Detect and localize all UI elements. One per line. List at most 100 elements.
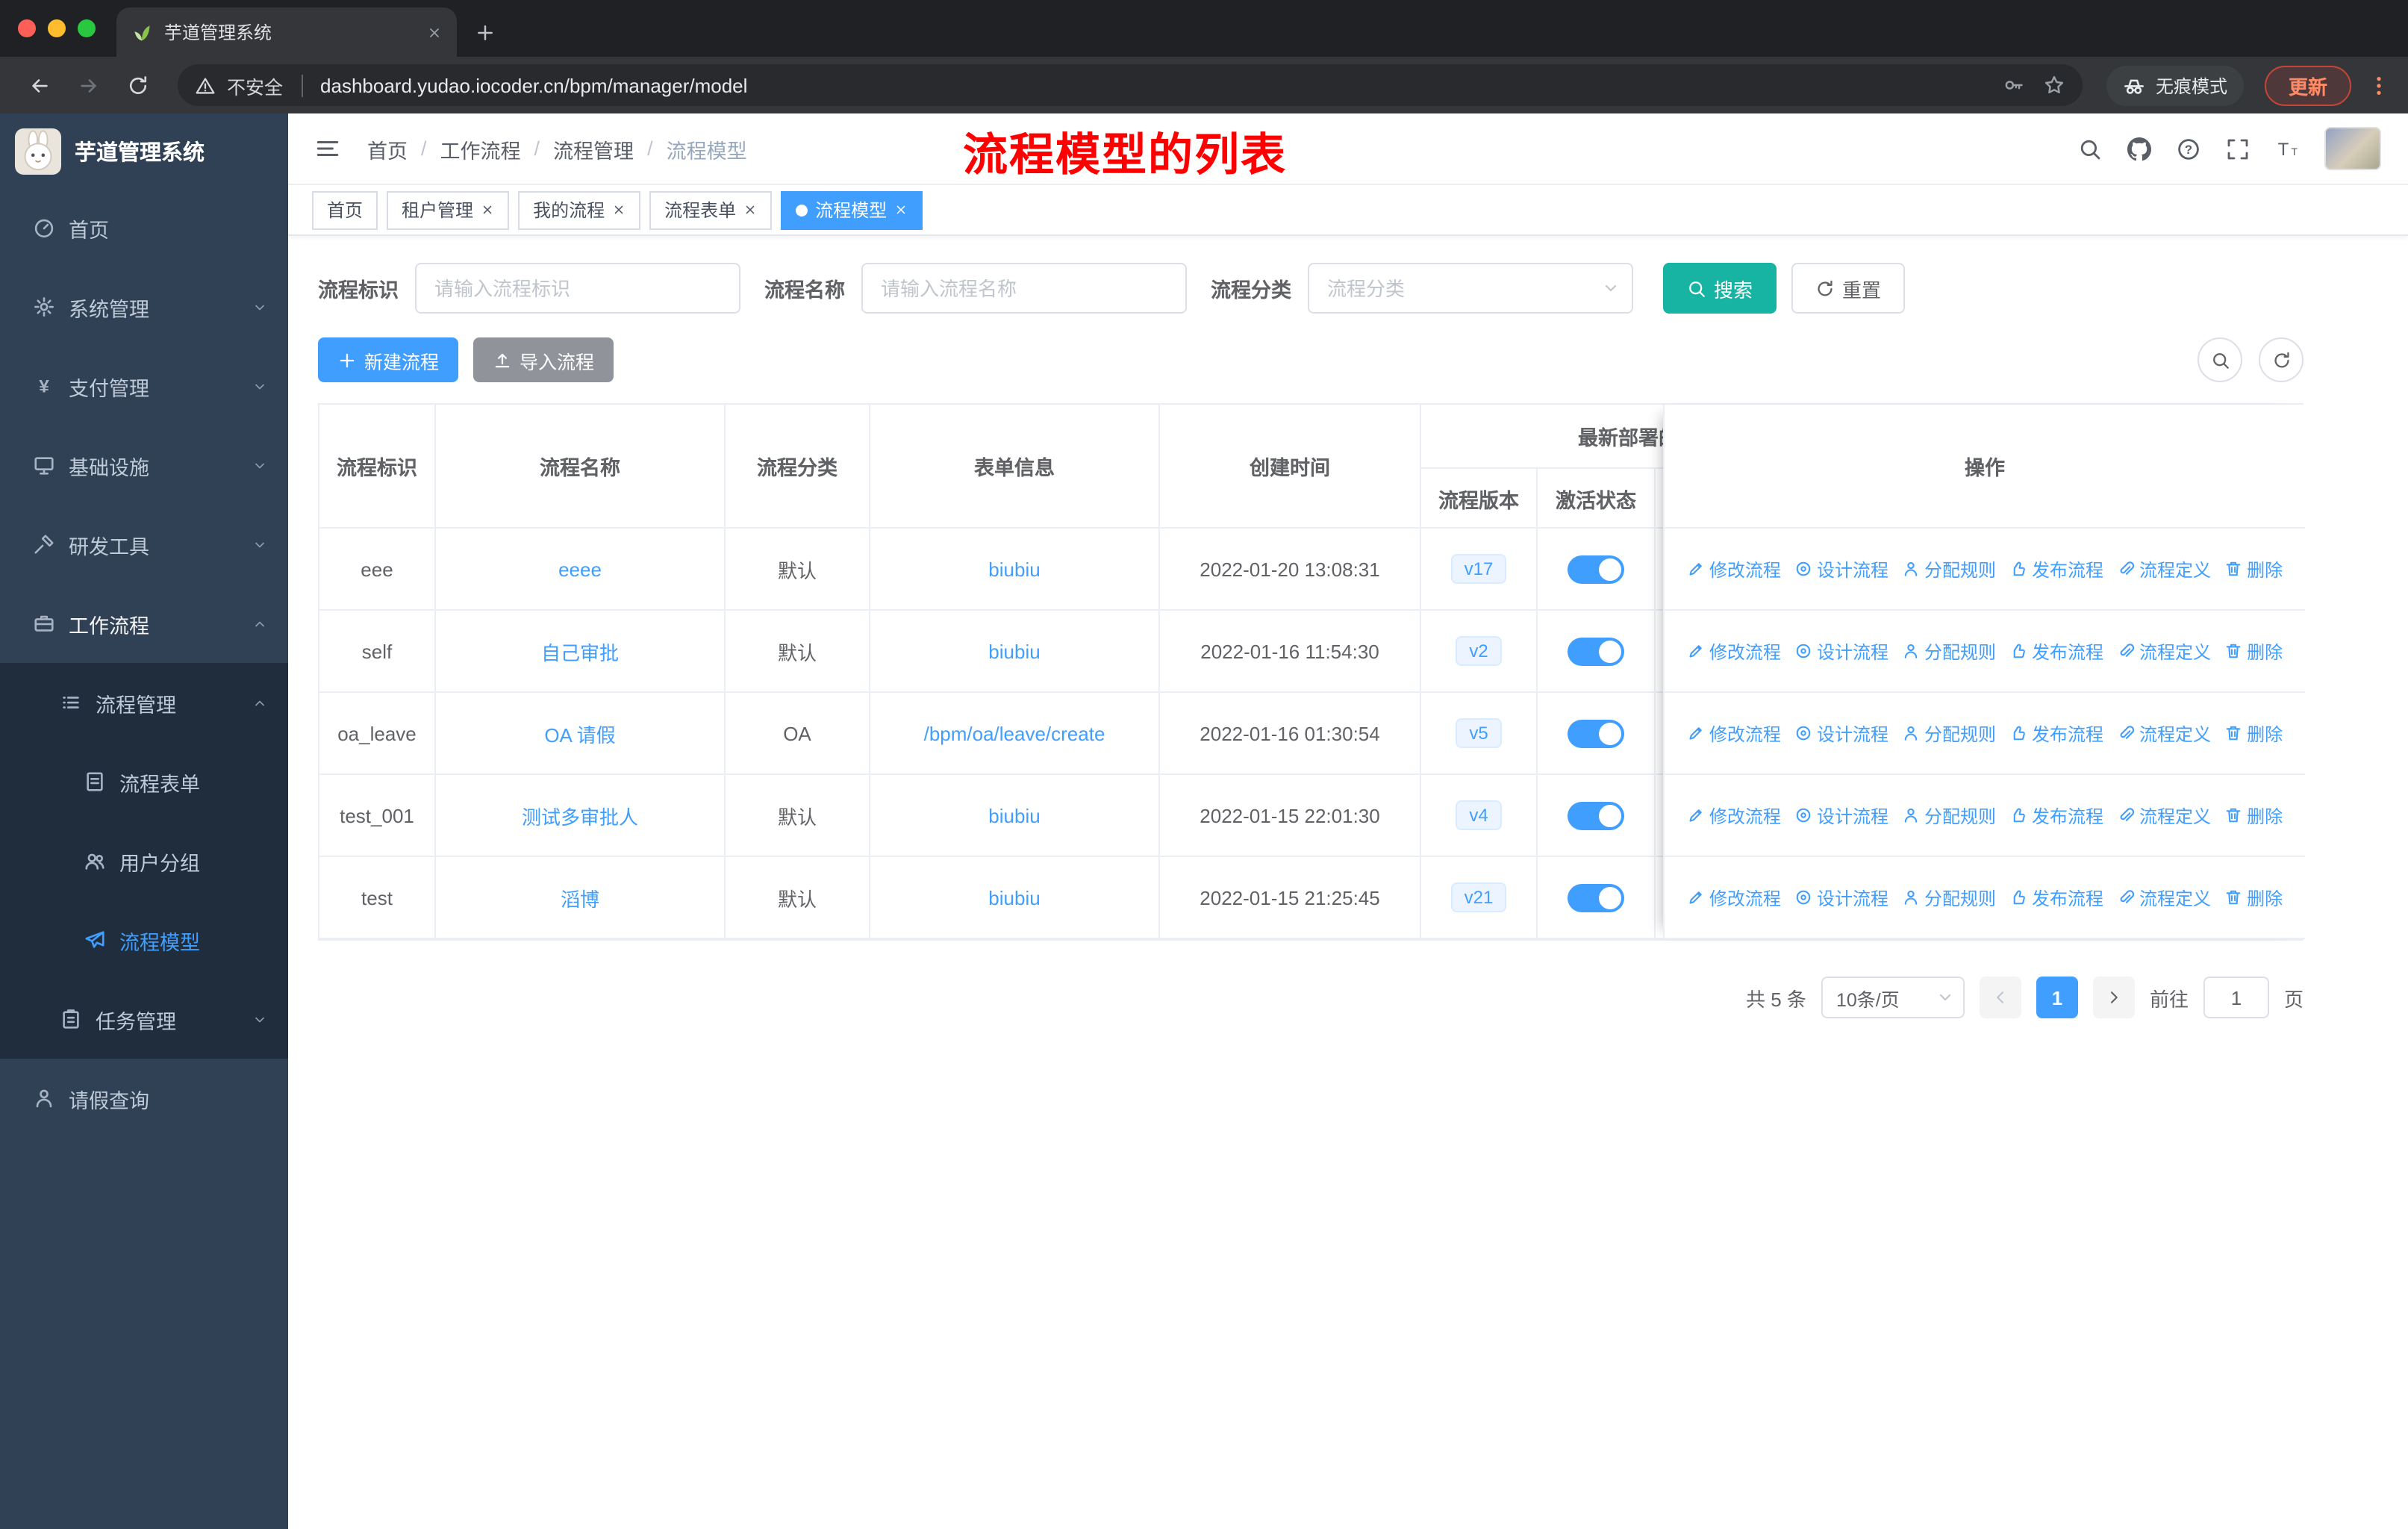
form-info-link[interactable]: biubiu <box>988 886 1040 909</box>
close-tab-icon[interactable] <box>427 25 442 40</box>
publish-action-link[interactable]: 发布流程 <box>2009 720 2103 746</box>
process-category-input[interactable] <box>1309 264 1632 312</box>
sidebar-item-system[interactable]: 系统管理 <box>0 267 288 346</box>
process-id-input[interactable] <box>417 264 739 312</box>
delete-action-link[interactable]: 删除 <box>2224 803 2283 828</box>
filter-process-id-input[interactable] <box>415 263 740 314</box>
sidebar-item-home[interactable]: 首页 <box>0 188 288 267</box>
maximize-window-button[interactable] <box>78 19 96 37</box>
process-name-link[interactable]: 滔博 <box>561 888 599 910</box>
assign-action-link[interactable]: 分配规则 <box>1902 885 1996 910</box>
reload-icon[interactable] <box>116 74 160 96</box>
assign-action-link[interactable]: 分配规则 <box>1902 556 1996 582</box>
active-status-toggle[interactable] <box>1568 883 1624 912</box>
definition-action-link[interactable]: 流程定义 <box>2117 556 2211 582</box>
edit-action-link[interactable]: 修改流程 <box>1687 885 1781 910</box>
breadcrumb-item[interactable]: 工作流程 <box>440 134 521 164</box>
bookmark-star-icon[interactable] <box>2044 75 2065 96</box>
assign-action-link[interactable]: 分配规则 <box>1902 638 1996 664</box>
design-action-link[interactable]: 设计流程 <box>1794 720 1888 746</box>
key-icon[interactable] <box>2003 75 2024 96</box>
process-name-link[interactable]: eeee <box>558 558 602 580</box>
help-icon[interactable]: ? <box>2177 137 2200 161</box>
process-name-link[interactable]: 测试多审批人 <box>522 806 638 828</box>
new-tab-button[interactable] <box>475 22 496 43</box>
definition-action-link[interactable]: 流程定义 <box>2117 638 2211 664</box>
publish-action-link[interactable]: 发布流程 <box>2009 556 2103 582</box>
github-icon[interactable] <box>2127 137 2151 161</box>
sidebar-item-process-management[interactable]: 流程管理 <box>0 663 288 742</box>
close-icon[interactable] <box>612 203 626 217</box>
edit-action-link[interactable]: 修改流程 <box>1687 556 1781 582</box>
sidebar-item-process-model[interactable]: 流程模型 <box>0 900 288 980</box>
form-info-link[interactable]: biubiu <box>988 804 1040 826</box>
breadcrumb-item[interactable]: 首页 <box>367 134 408 164</box>
publish-action-link[interactable]: 发布流程 <box>2009 638 2103 664</box>
process-name-link[interactable]: 自己审批 <box>541 641 619 664</box>
sidebar-collapse-icon[interactable] <box>315 136 340 161</box>
sidebar-item-payment[interactable]: ¥ 支付管理 <box>0 346 288 426</box>
design-action-link[interactable]: 设计流程 <box>1794 556 1888 582</box>
sidebar-item-user-group[interactable]: 用户分组 <box>0 821 288 900</box>
next-page-button[interactable] <box>2092 977 2135 1018</box>
create-process-button[interactable]: 新建流程 <box>318 337 459 382</box>
form-info-link[interactable]: /bpm/oa/leave/create <box>924 722 1105 744</box>
active-status-toggle[interactable] <box>1568 555 1624 583</box>
definition-action-link[interactable]: 流程定义 <box>2117 720 2211 746</box>
prev-page-button[interactable] <box>1979 977 2021 1018</box>
publish-action-link[interactable]: 发布流程 <box>2009 803 2103 828</box>
form-info-link[interactable]: biubiu <box>988 558 1040 580</box>
browser-menu-icon[interactable] <box>2368 74 2390 96</box>
filter-process-name-input[interactable] <box>861 263 1187 314</box>
font-size-icon[interactable]: TT <box>2275 137 2299 161</box>
process-name-input[interactable] <box>863 264 1185 312</box>
minimize-window-button[interactable] <box>48 19 66 37</box>
goto-page-input[interactable] <box>2203 977 2269 1018</box>
design-action-link[interactable]: 设计流程 <box>1794 885 1888 910</box>
design-action-link[interactable]: 设计流程 <box>1794 638 1888 664</box>
filter-process-category-select[interactable] <box>1308 263 1633 314</box>
close-icon[interactable] <box>894 203 908 217</box>
search-button[interactable]: 搜索 <box>1663 263 1777 314</box>
form-info-link[interactable]: biubiu <box>988 640 1040 662</box>
page-size-select[interactable]: 10条/页 <box>1821 977 1965 1018</box>
close-window-button[interactable] <box>18 19 36 37</box>
forward-icon[interactable] <box>67 74 110 96</box>
assign-action-link[interactable]: 分配规则 <box>1902 720 1996 746</box>
tag-item[interactable]: 流程模型 <box>781 190 923 229</box>
tag-item[interactable]: 流程表单 <box>649 190 773 229</box>
toggle-search-button[interactable] <box>2198 337 2242 382</box>
sidebar-item-infrastructure[interactable]: 基础设施 <box>0 426 288 505</box>
sidebar-item-devtools[interactable]: 研发工具 <box>0 505 288 584</box>
close-icon[interactable] <box>481 203 494 217</box>
reset-button[interactable]: 重置 <box>1791 263 1906 314</box>
delete-action-link[interactable]: 删除 <box>2224 556 2283 582</box>
refresh-table-button[interactable] <box>2259 337 2303 382</box>
edit-action-link[interactable]: 修改流程 <box>1687 720 1781 746</box>
sidebar-item-process-form[interactable]: 流程表单 <box>0 742 288 821</box>
definition-action-link[interactable]: 流程定义 <box>2117 803 2211 828</box>
sidebar-item-leave-query[interactable]: 请假查询 <box>0 1059 288 1138</box>
process-name-link[interactable]: OA 请假 <box>544 723 615 746</box>
close-icon[interactable] <box>743 203 757 217</box>
delete-action-link[interactable]: 删除 <box>2224 885 2283 910</box>
definition-action-link[interactable]: 流程定义 <box>2117 885 2211 910</box>
user-avatar[interactable] <box>2324 127 2381 170</box>
browser-update-button[interactable]: 更新 <box>2264 65 2351 105</box>
address-bar[interactable]: 不安全 dashboard.yudao.iocoder.cn/bpm/manag… <box>178 64 2083 106</box>
assign-action-link[interactable]: 分配规则 <box>1902 803 1996 828</box>
tag-item[interactable]: 首页 <box>312 190 378 229</box>
design-action-link[interactable]: 设计流程 <box>1794 803 1888 828</box>
breadcrumb-item[interactable]: 流程管理 <box>553 134 634 164</box>
edit-action-link[interactable]: 修改流程 <box>1687 803 1781 828</box>
active-status-toggle[interactable] <box>1568 719 1624 747</box>
app-logo[interactable]: 芋道管理系统 <box>0 113 288 188</box>
tag-item[interactable]: 我的流程 <box>518 190 641 229</box>
back-icon[interactable] <box>18 74 61 96</box>
incognito-badge[interactable]: 无痕模式 <box>2106 65 2244 105</box>
sidebar-item-task-management[interactable]: 任务管理 <box>0 980 288 1059</box>
publish-action-link[interactable]: 发布流程 <box>2009 885 2103 910</box>
sidebar-item-workflow[interactable]: 工作流程 <box>0 584 288 663</box>
import-process-button[interactable]: 导入流程 <box>473 337 614 382</box>
fullscreen-icon[interactable] <box>2226 137 2250 161</box>
